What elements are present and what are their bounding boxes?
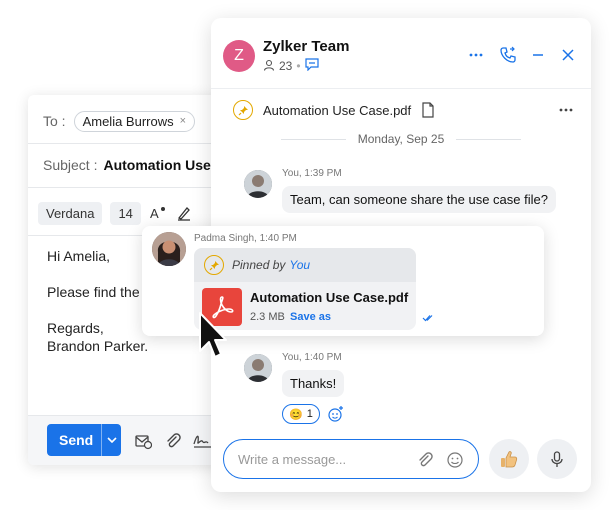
remove-recipient-icon[interactable]: × [180,115,186,127]
pinned-more-icon[interactable] [557,101,575,119]
subject-input[interactable]: Automation Use Case [103,157,228,173]
message-input[interactable]: Write a message... [223,439,479,479]
thumbs-up-button[interactable] [489,439,529,479]
date-separator: Monday, Sep 25 [281,132,522,146]
divider [28,187,228,188]
recipient-name: Amelia Burrows [82,113,174,129]
attachment-icon[interactable] [416,451,434,469]
date-label: Monday, Sep 25 [357,132,445,146]
date-line [456,138,522,140]
subject-label: Subject : [43,157,98,173]
pinned-by-user[interactable]: You [289,258,310,272]
text-highlight-icon[interactable] [175,204,193,222]
pinned-message-bar[interactable]: Automation Use Case.pdf [233,96,575,124]
file-name[interactable]: Automation Use Case.pdf [250,290,408,305]
read-receipt-icon [422,314,434,325]
save-as-link[interactable]: Save as [290,311,331,323]
attachment-icon[interactable] [164,432,182,450]
voice-message-button[interactable] [537,439,577,479]
date-line [281,138,346,140]
close-icon[interactable] [559,46,577,64]
message-meta: You, 1:40 PM [282,352,342,363]
message-input-placeholder: Write a message... [238,451,347,467]
member-count[interactable]: 23 [279,59,292,73]
emoji-icon[interactable] [446,451,464,469]
header-divider [211,88,591,89]
schedule-send-icon[interactable] [134,432,153,450]
send-options-chevron-icon[interactable] [101,424,121,456]
pinned-by-banner: Pinned by You [194,248,416,282]
email-bottom-bar: Send [28,415,228,465]
subject-row[interactable]: Subject : Automation Use Case [28,147,228,183]
more-options-icon[interactable] [467,46,485,64]
dot-separator: • [296,59,301,73]
file-icon [421,102,435,118]
chat-description-icon[interactable] [304,58,319,74]
avatar[interactable] [244,170,272,198]
pin-icon [233,100,253,120]
pinned-file-name: Automation Use Case.pdf [263,102,412,118]
reaction-count: 1 [306,408,313,420]
signature-icon[interactable] [192,432,212,450]
minimize-icon[interactable] [529,46,547,64]
call-icon[interactable] [499,46,517,64]
thumbs-up-icon [499,449,519,469]
format-toolbar: Verdana 14 A [28,199,228,227]
send-label: Send [59,432,94,448]
add-reaction-icon[interactable] [327,405,345,423]
divider [28,143,228,144]
reaction-emoji: 😊 [289,408,303,421]
message-meta: You, 1:39 PM [282,168,342,179]
recipient-chip[interactable]: Amelia Burrows × [73,110,196,132]
to-row: To : Amelia Burrows × [28,103,228,139]
message-bubble[interactable]: Thanks! [282,370,345,397]
reaction-chip[interactable]: 😊 1 [282,404,320,424]
members-icon [263,59,275,74]
message-bubble[interactable]: Team, can someone share the use case fil… [282,186,556,213]
chat-title[interactable]: Zylker Team [263,38,349,55]
send-button[interactable]: Send [47,424,121,456]
message-meta: Padma Singh, 1:40 PM [194,233,297,244]
chat-subline: 23 • [263,58,319,74]
svg-text:A: A [150,206,159,221]
mouse-cursor-icon [198,311,228,361]
font-size-select[interactable]: 14 [110,201,141,225]
font-family-select[interactable]: Verdana [38,201,103,225]
pin-icon [204,255,224,275]
pinned-by-label: Pinned by [232,258,286,272]
file-size: 2.3 MB [250,311,285,323]
avatar[interactable] [152,232,186,266]
avatar[interactable] [244,354,272,382]
microphone-icon [548,450,566,468]
to-label: To : [43,113,66,129]
font-color-icon[interactable]: A [149,204,167,222]
group-avatar: Z [223,40,255,72]
